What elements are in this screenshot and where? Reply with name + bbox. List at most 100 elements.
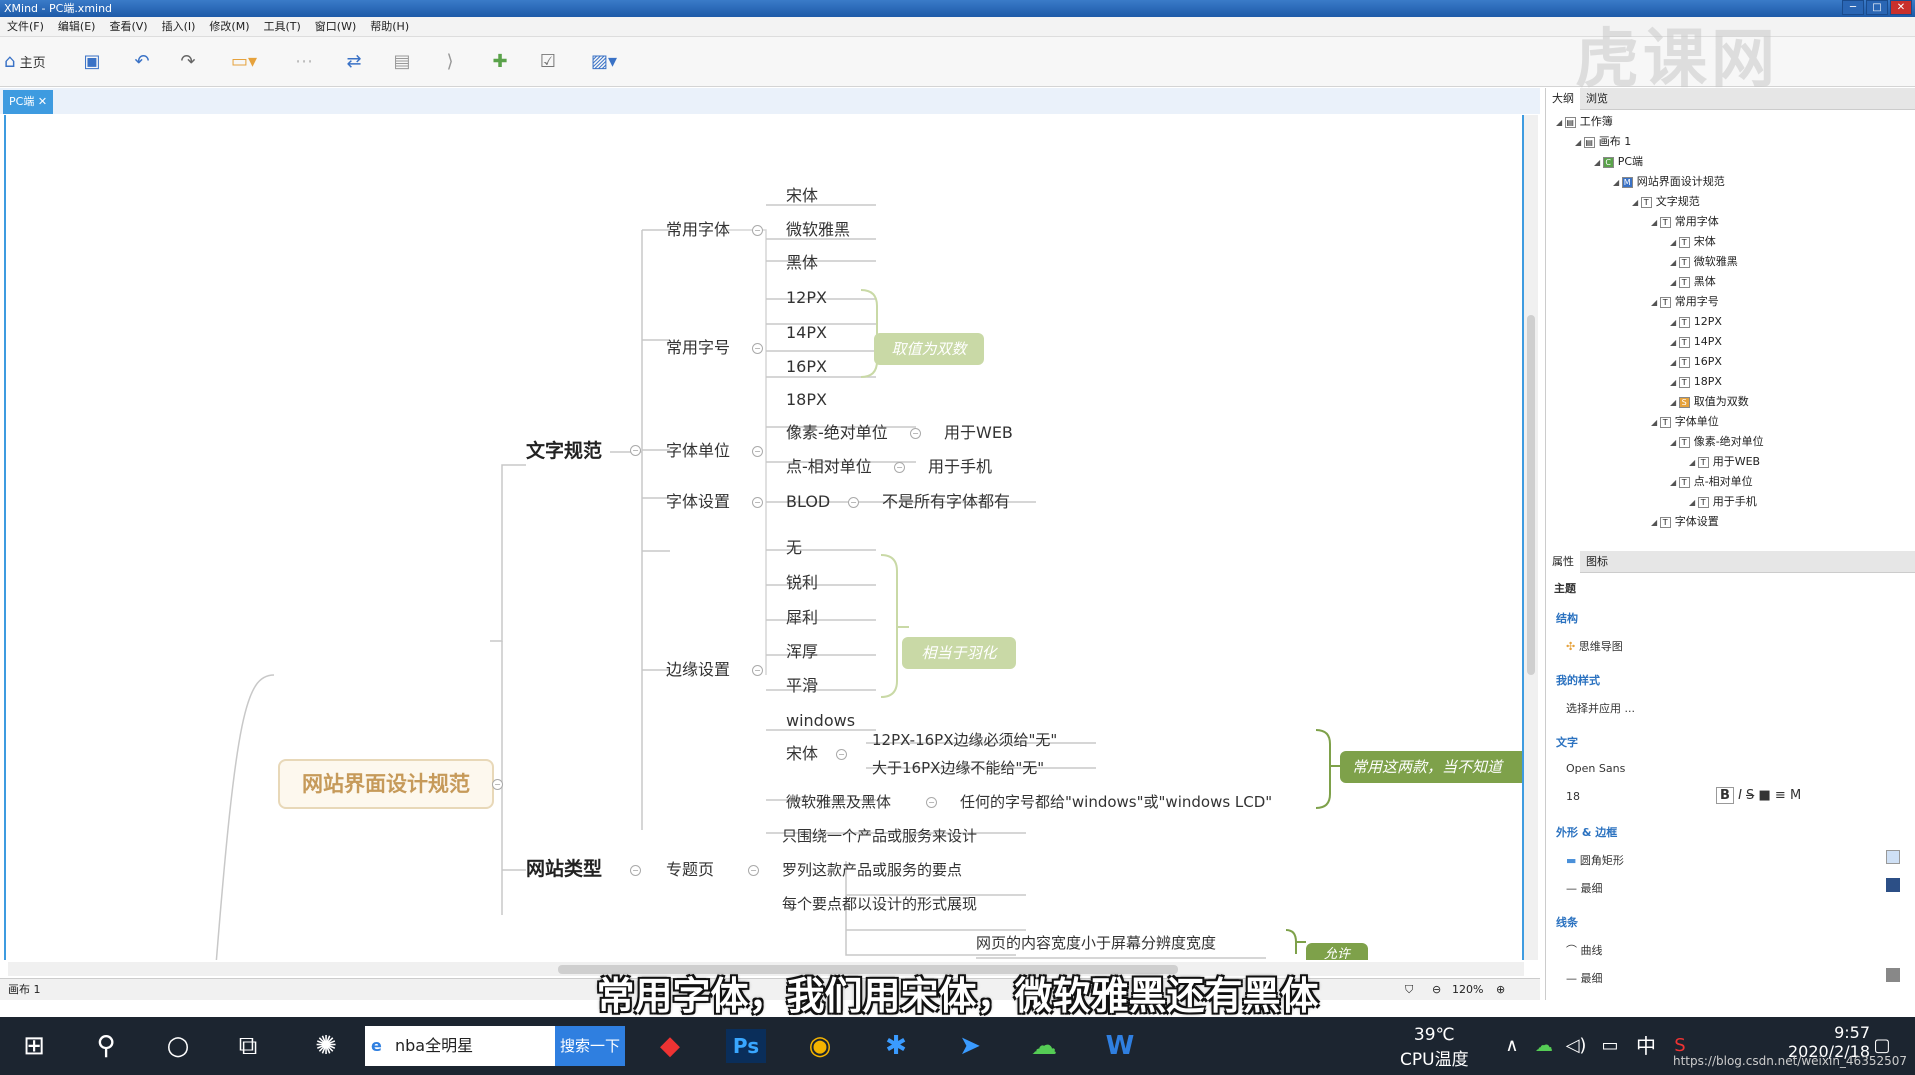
expand-toggle-icon[interactable]: ◢: [1670, 278, 1679, 287]
outline-row[interactable]: ◢ T 文字规范: [1632, 192, 1700, 212]
case-icon[interactable]: M: [1790, 788, 1801, 803]
taskbar-search-button[interactable]: 搜索一下: [555, 1026, 625, 1066]
strikethrough-icon[interactable]: S̶: [1746, 788, 1754, 803]
root-collapse-icon[interactable]: −: [492, 779, 503, 790]
summary-feather[interactable]: 相当于羽化: [902, 637, 1016, 669]
expand-toggle-icon[interactable]: ◢: [1670, 318, 1679, 327]
outline-row[interactable]: ◢ T 字体设置: [1651, 512, 1719, 532]
expand-toggle-icon[interactable]: ◢: [1670, 338, 1679, 347]
home-button[interactable]: ⌂ 主页: [4, 49, 64, 75]
marker-icon[interactable]: ✚: [486, 49, 514, 75]
collapse-icon[interactable]: −: [748, 865, 759, 876]
collapse-icon[interactable]: −: [752, 446, 763, 457]
outline-row[interactable]: ◢ T 14PX: [1670, 332, 1722, 352]
topic-font-hei[interactable]: 黑体: [786, 252, 818, 274]
callout-icon[interactable]: ⋯: [290, 49, 318, 75]
collapse-icon[interactable]: −: [894, 462, 905, 473]
search-icon[interactable]: ⚲: [86, 1029, 126, 1063]
expand-toggle-icon[interactable]: ◢: [1670, 398, 1679, 407]
relationship-icon[interactable]: ⇄: [340, 49, 368, 75]
outline-row[interactable]: ◢ C PC端: [1594, 152, 1643, 172]
topic-edge-windows[interactable]: windows: [786, 710, 855, 732]
expand-toggle-icon[interactable]: ◢: [1670, 238, 1679, 247]
expand-toggle-icon[interactable]: ◢: [1632, 198, 1641, 207]
topic-songti-rule-2[interactable]: 大于16PX边缘不能给"无": [872, 757, 1044, 779]
collapse-icon[interactable]: −: [752, 225, 763, 236]
menu-file[interactable]: 文件(F): [0, 17, 51, 37]
expand-toggle-icon[interactable]: ◢: [1670, 438, 1679, 447]
tab-pc[interactable]: PC端 ✕: [3, 90, 54, 114]
summary-even-values[interactable]: 取值为双数: [874, 333, 984, 365]
font-size-select[interactable]: 18: [1566, 790, 1580, 803]
expand-toggle-icon[interactable]: ◢: [1651, 218, 1660, 227]
redo-icon[interactable]: ↷: [174, 49, 202, 75]
topic-edge-songti[interactable]: 宋体: [786, 743, 818, 765]
undo-icon[interactable]: ↶: [128, 49, 156, 75]
topic-edge-crisp[interactable]: 犀利: [786, 607, 818, 629]
topic-edge-strong[interactable]: 浑厚: [786, 641, 818, 663]
topic-unit-px-use[interactable]: 用于WEB: [944, 422, 1013, 444]
office-app-icon[interactable]: ◆: [650, 1029, 690, 1063]
branch-text-spec[interactable]: 文字规范: [526, 440, 602, 462]
outline-row[interactable]: ◢ T 微软雅黑: [1670, 252, 1738, 272]
align-icon[interactable]: ≡: [1775, 788, 1786, 803]
outline-row[interactable]: ◢ T 黑体: [1670, 272, 1716, 292]
word-icon[interactable]: W: [1100, 1029, 1140, 1063]
outline-row[interactable]: ◢ ▤ 画布 1: [1575, 132, 1631, 152]
battery-icon[interactable]: ▭: [1590, 1029, 1630, 1063]
bold-icon[interactable]: B: [1716, 787, 1734, 804]
menu-tools[interactable]: 工具(T): [256, 17, 307, 37]
expand-toggle-icon[interactable]: ◢: [1670, 478, 1679, 487]
border-color-swatch[interactable]: [1886, 878, 1900, 892]
topic-edge-none[interactable]: 无: [786, 537, 802, 559]
canvas-vertical-scrollbar[interactable]: [1524, 115, 1538, 960]
menu-modify[interactable]: 修改(M): [202, 17, 256, 37]
topic-yahei-hei[interactable]: 微软雅黑及黑体: [786, 791, 891, 813]
outline-row[interactable]: ◢ ▤ 工作簿: [1556, 112, 1613, 132]
outline-row[interactable]: ◢ S 取值为双数: [1670, 392, 1749, 412]
expand-toggle-icon[interactable]: ◢: [1613, 178, 1622, 187]
shape-select[interactable]: ▬ 圆角矩形: [1566, 852, 1624, 868]
app-star-icon[interactable]: ✱: [876, 1029, 916, 1063]
expand-toggle-icon[interactable]: ◢: [1689, 458, 1698, 467]
windows-start-icon[interactable]: ⊞: [14, 1029, 54, 1063]
collapse-icon[interactable]: −: [910, 428, 921, 439]
expand-toggle-icon[interactable]: ◢: [1689, 498, 1698, 507]
outline-row[interactable]: ◢ T 点-相对单位: [1670, 472, 1753, 492]
font-family-select[interactable]: Open Sans: [1566, 762, 1625, 775]
app-bird-icon[interactable]: ➤: [950, 1029, 990, 1063]
summary-common-two[interactable]: 常用这两款，当不知道: [1340, 751, 1522, 783]
root-topic[interactable]: 网站界面设计规范: [278, 759, 494, 809]
task-icon[interactable]: ☑: [534, 49, 562, 75]
menu-view[interactable]: 查看(V): [102, 17, 154, 37]
topic-blod-note[interactable]: 不是所有字体都有: [882, 491, 1010, 513]
line-style-select[interactable]: ⌒ 曲线: [1566, 942, 1603, 958]
topic-font-setting[interactable]: 字体设置: [666, 491, 730, 513]
topic-edge-setting[interactable]: 边缘设置: [666, 659, 730, 681]
expand-toggle-icon[interactable]: ◢: [1651, 518, 1660, 527]
summary-icon[interactable]: ⟩: [436, 49, 464, 75]
fill-color-swatch[interactable]: [1886, 850, 1900, 864]
topic-icon[interactable]: ▭▾: [224, 49, 264, 75]
border-width-select[interactable]: — 最细: [1566, 880, 1603, 896]
branch-site-type[interactable]: 网站类型: [526, 858, 602, 880]
topic-font-unit[interactable]: 字体单位: [666, 440, 730, 462]
topic-size-14[interactable]: 14PX: [786, 322, 827, 344]
collapse-icon[interactable]: −: [630, 865, 641, 876]
close-window-button[interactable]: ✕: [1890, 0, 1912, 15]
topic-yahei-rule[interactable]: 任何的字号都给"windows"或"windows LCD": [960, 791, 1272, 813]
maximize-button[interactable]: □: [1866, 0, 1888, 15]
notification-icon[interactable]: ▢: [1862, 1029, 1902, 1063]
topic-unit-pt-use[interactable]: 用于手机: [928, 456, 992, 478]
menu-edit[interactable]: 编辑(E): [51, 17, 103, 37]
collapse-icon[interactable]: −: [836, 749, 847, 760]
topic-special-item-2[interactable]: 罗列这款产品或服务的要点: [782, 859, 962, 881]
topic-edge-smooth[interactable]: 平滑: [786, 675, 818, 697]
outline-row[interactable]: ◢ T 18PX: [1670, 372, 1722, 392]
topic-width-note[interactable]: 网页的内容宽度小于屏幕分辨度宽度: [976, 932, 1216, 954]
outline-row[interactable]: ◢ T 宋体: [1670, 232, 1716, 252]
mindmap-canvas[interactable]: 网站界面设计规范 − 文字规范 − 网站类型 − 常用字体 − 宋体 微软雅黑 …: [4, 115, 1524, 960]
topic-size-16[interactable]: 16PX: [786, 356, 827, 378]
outline-row[interactable]: ◢ T 常用字号: [1651, 292, 1719, 312]
collapse-icon[interactable]: −: [630, 445, 641, 456]
